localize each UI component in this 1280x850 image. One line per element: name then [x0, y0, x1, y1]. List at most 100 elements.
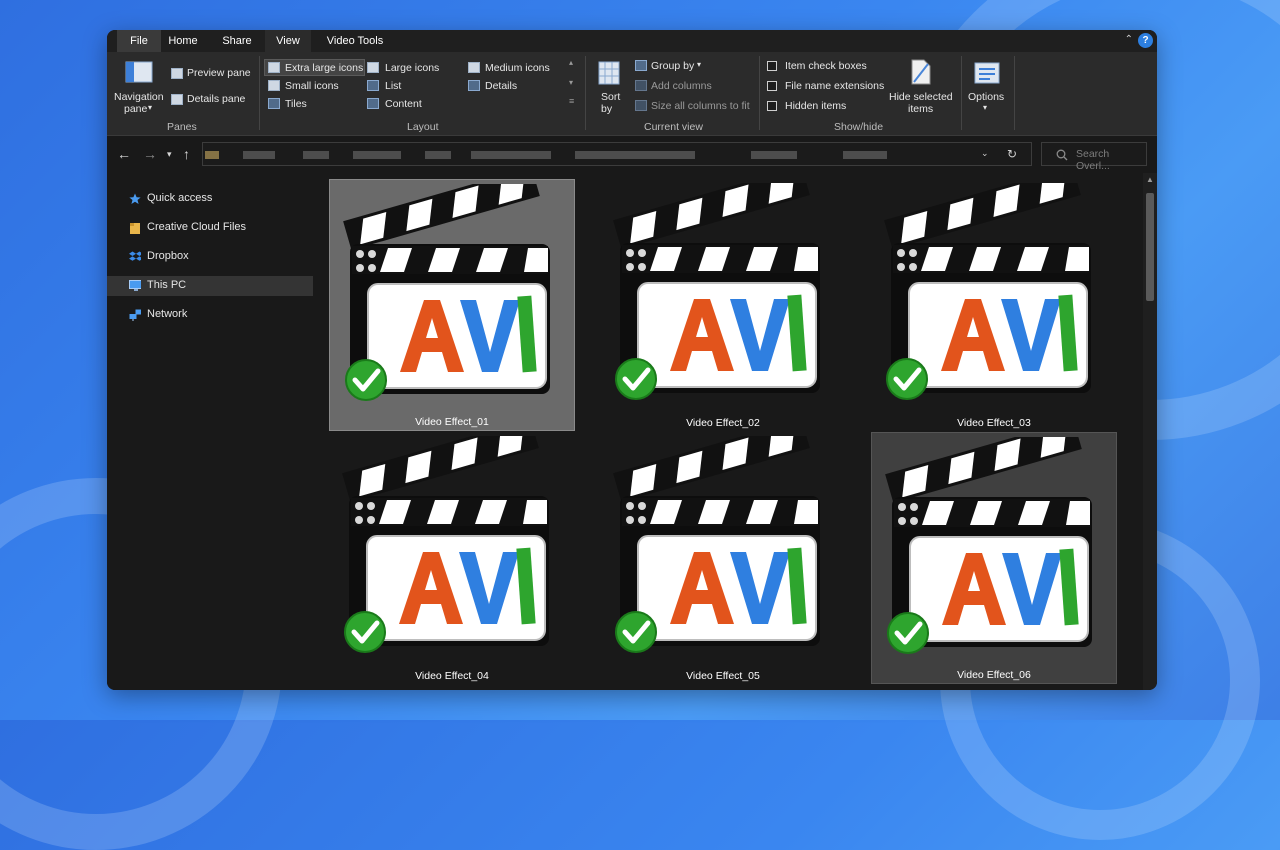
tab-view[interactable]: View [265, 30, 311, 52]
hidden-items-label[interactable]: Hidden items [785, 100, 846, 112]
file-tile[interactable]: Video Effect_06 [871, 432, 1117, 684]
add-columns-icon [635, 80, 647, 91]
avi-file-icon [608, 183, 838, 405]
collapse-ribbon-icon[interactable]: ⌃ [1125, 34, 1133, 45]
options-icon[interactable] [974, 62, 1000, 84]
file-name: Video Effect_06 [957, 669, 1031, 681]
extra-large-icons-icon [268, 62, 280, 73]
layout-extra-large-icons[interactable]: Extra large icons [285, 62, 363, 74]
layout-scroll-down-icon[interactable]: ▾ [569, 78, 573, 87]
file-name-extensions-label[interactable]: File name extensions [785, 80, 884, 92]
layout-content[interactable]: Content [385, 98, 422, 110]
network-icon [129, 309, 141, 321]
item-check-boxes-checkbox[interactable] [767, 61, 777, 71]
group-by-button[interactable]: Group by [651, 60, 694, 72]
scroll-up-icon[interactable]: ▲ [1146, 175, 1154, 184]
refresh-icon[interactable]: ↻ [1007, 147, 1017, 161]
sidebar-item-dropbox[interactable]: Dropbox [107, 247, 313, 267]
layout-small-icons[interactable]: Small icons [285, 80, 339, 92]
ribbon-separator [259, 56, 260, 130]
file-tile[interactable]: Video Effect_01 [329, 179, 575, 431]
tab-home[interactable]: Home [163, 30, 203, 52]
file-tile[interactable]: Video Effect_02 [600, 179, 846, 431]
preview-pane-button[interactable]: Preview pane [187, 67, 251, 79]
sidebar-item-network[interactable]: Network [107, 305, 313, 325]
show-hide-group-label: Show/hide [834, 121, 884, 133]
address-blurred-segment [751, 151, 797, 159]
sidebar-item-label: This PC [147, 279, 187, 291]
address-history-chevron-icon[interactable]: ⌄ [981, 148, 989, 159]
avi-file-icon [337, 436, 567, 658]
sidebar-item-this-pc[interactable]: This PC [107, 276, 313, 296]
up-arrow-icon[interactable]: ↑ [183, 146, 190, 162]
back-arrow-icon[interactable]: ← [117, 146, 131, 162]
sidebar-item-creative-cloud-files[interactable]: Creative Cloud Files [107, 218, 313, 238]
address-folder-icon [205, 151, 219, 159]
details-pane-button[interactable]: Details pane [187, 93, 245, 105]
address-blurred-segment [303, 151, 329, 159]
sidebar-item-label: Dropbox [147, 250, 189, 262]
ribbon-separator [961, 56, 962, 130]
list-icon [367, 80, 379, 91]
avi-file-icon [338, 184, 568, 406]
file-tile[interactable]: Video Effect_03 [871, 179, 1117, 431]
layout-tiles[interactable]: Tiles [285, 98, 307, 110]
address-bar-row: ← → ▾ ↑ ⌄ ↻ Search Overl... [107, 136, 1157, 173]
file-tile[interactable]: Video Effect_05 [600, 432, 846, 684]
options-button[interactable]: Options [968, 91, 1004, 103]
layout-list[interactable]: List [385, 80, 401, 92]
tab-share[interactable]: Share [215, 30, 259, 52]
add-columns-button[interactable]: Add columns [651, 80, 712, 92]
layout-medium-icons[interactable]: Medium icons [485, 62, 550, 74]
computer-icon [129, 280, 141, 291]
sidebar-item-quick-access[interactable]: Quick access [107, 189, 313, 209]
tab-file[interactable]: File [117, 30, 161, 52]
layout-details[interactable]: Details [485, 80, 517, 92]
sort-by-icon[interactable] [598, 61, 620, 85]
navigation-pane-label-2[interactable]: pane [124, 103, 147, 115]
search-input[interactable]: Search Overl... [1041, 142, 1147, 172]
layout-group-label: Layout [407, 121, 439, 133]
ribbon-separator [1014, 56, 1015, 130]
details-pane-icon [171, 94, 183, 105]
file-name: Video Effect_05 [686, 670, 760, 682]
layout-scroll-up-icon[interactable]: ▴ [569, 58, 573, 67]
sidebar-item-label: Quick access [147, 192, 213, 204]
layout-large-icons[interactable]: Large icons [385, 62, 439, 74]
address-blurred-segment [243, 151, 275, 159]
file-tile[interactable]: Video Effect_04 [329, 432, 575, 684]
tab-video-tools[interactable]: Video Tools [315, 30, 395, 52]
sort-by-label-2[interactable]: by [601, 103, 612, 115]
item-check-boxes-label[interactable]: Item check boxes [785, 60, 867, 72]
size-all-columns-button[interactable]: Size all columns to fit [651, 100, 750, 112]
help-icon[interactable]: ? [1138, 33, 1153, 48]
file-name-extensions-checkbox[interactable] [767, 81, 777, 91]
sidebar-item-label: Creative Cloud Files [147, 221, 247, 233]
ribbon-separator [585, 56, 586, 130]
hide-selected-items-icon[interactable] [910, 58, 932, 86]
navigation-pane: Quick access Creative Cloud Files Dropbo… [107, 173, 313, 690]
group-by-dropdown-icon[interactable]: ▾ [697, 60, 701, 69]
panes-group-label: Panes [167, 121, 197, 133]
search-placeholder: Search Overl... [1076, 148, 1110, 172]
recent-locations-chevron-icon[interactable]: ▾ [167, 149, 172, 160]
vertical-scrollbar[interactable]: ▲ [1143, 173, 1157, 690]
ribbon: Navigation pane ▾ Preview pane Details p… [107, 52, 1157, 136]
sort-by-button[interactable]: Sort [601, 91, 620, 103]
hide-selected-items-button[interactable]: Hide selected [889, 91, 953, 103]
address-field[interactable]: ⌄ ↻ [202, 142, 1032, 166]
scrollbar-thumb[interactable] [1146, 193, 1154, 301]
file-name: Video Effect_03 [957, 417, 1031, 429]
forward-arrow-icon[interactable]: → [143, 146, 157, 162]
navigation-pane-icon[interactable] [125, 61, 153, 83]
current-view-group-label: Current view [644, 121, 703, 133]
address-blurred-segment [471, 151, 551, 159]
hidden-items-checkbox[interactable] [767, 101, 777, 111]
layout-expand-icon[interactable]: ≡ [569, 96, 574, 106]
hide-selected-items-label-2[interactable]: items [908, 103, 933, 115]
file-name: Video Effect_01 [415, 416, 489, 428]
navigation-pane-button[interactable]: Navigation [114, 91, 164, 103]
file-grid: Video Effect_01 Video Effect_02 Video Ef… [321, 173, 1143, 690]
dropdown-arrow-icon[interactable]: ▾ [148, 103, 152, 112]
options-dropdown-icon[interactable]: ▾ [983, 103, 987, 112]
